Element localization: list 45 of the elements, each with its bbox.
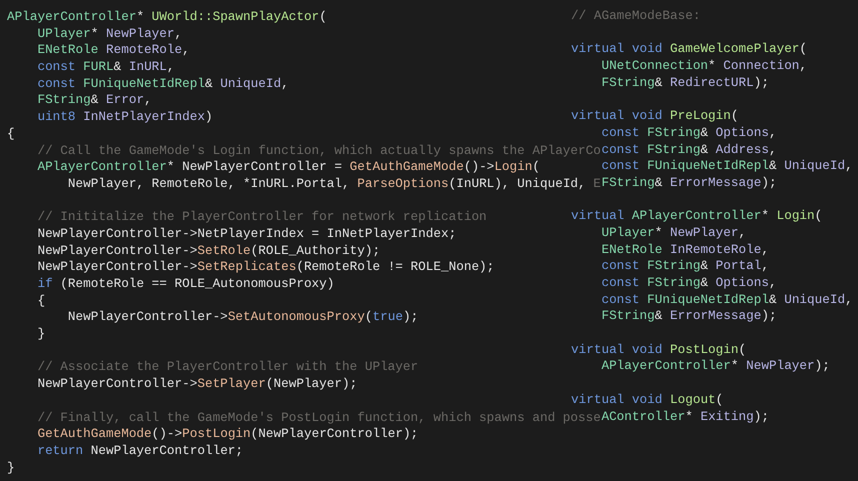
code-line: const FUniqueNetIdRepl& UniqueId, <box>601 158 853 175</box>
code-line: const FUniqueNetIdRepl& UniqueId, <box>601 292 853 308</box>
code-line: virtual void GameWelcomePlayer( <box>571 41 808 58</box>
code-line: // Finally, call the GameMode's PostLogin function, which spawns and posse <box>36 410 601 426</box>
code-line: return NewPlayerController; <box>36 442 244 460</box>
code-line: const FUniqueNetIdRepl& UniqueId, <box>36 76 289 92</box>
code-line: virtual APlayerController* Login( <box>571 208 822 225</box>
code-line: ENetRole InRemoteRole, <box>601 242 769 258</box>
code-line: FString& ErrorMessage); <box>601 308 777 326</box>
code-line: // Inititalize the PlayerController for network replication <box>36 209 487 226</box>
code-line: virtual void PostLogin( <box>571 342 746 358</box>
code-line: NewPlayerController->NetPlayerIndex = InNetPlayerIndex; <box>36 226 456 243</box>
code-line: NewPlayerController->SetAutonomousProxy(true); <box>66 309 418 326</box>
code-line: // Associate the PlayerController with the UPlayer <box>36 359 418 376</box>
code-line: } <box>36 326 46 343</box>
code-line: NewPlayerController->SetRole(ROLE_Authority); <box>36 242 380 260</box>
code-line: UPlayer* NewPlayer, <box>601 224 746 242</box>
code-line: NewPlayerController->SetPlayer(NewPlayer); <box>36 376 358 393</box>
code-line: GetAuthGameMode()->PostLogin(NewPlayerController); <box>36 426 418 443</box>
code-line: FString& Error, <box>36 92 152 110</box>
code-line: const FString& Options, <box>601 275 777 292</box>
code-line: const FString& Portal, <box>601 258 769 275</box>
code-line: // AGameModeBase: <box>571 8 700 25</box>
code-line: FString& ErrorMessage); <box>601 174 777 192</box>
code-line: APlayerController* UWorld::SpawnPlayActor( <box>7 9 327 26</box>
code-line: uint8 InNetPlayerIndex) <box>36 109 213 126</box>
code-line: const FURL& InURL, <box>36 59 175 76</box>
code-line: FString& RedirectURL); <box>601 74 769 92</box>
code-line: virtual void Logout( <box>571 392 724 408</box>
code-line: UPlayer* NewPlayer, <box>36 26 182 42</box>
code-line: ENetRole RemoteRole, <box>36 42 190 60</box>
code-line: APlayerController* NewPlayer); <box>601 358 830 376</box>
code-line: NewPlayer, RemoteRole, *InURL.Portal, ParseOptions(InURL), UniqueId, E <box>66 176 601 193</box>
code-line: const FString& Address, <box>601 142 777 158</box>
code-line: if (RemoteRole == ROLE_AutonomousProxy) <box>36 276 334 293</box>
code-line: UNetConnection* Connection, <box>601 58 808 75</box>
code-line: { <box>36 292 46 310</box>
code-line: const FString& Options, <box>601 124 777 142</box>
code-line: // Call the GameMode's Login function, which actually spawns the APlayerCo <box>36 142 601 160</box>
code-line: { <box>7 126 15 142</box>
code-line: APlayerController* NewPlayerController = GetAuthGameMode()->Login( <box>36 159 540 176</box>
code-line: NewPlayerController->SetReplicates(RemoteRole != ROLE_None); <box>36 259 494 276</box>
code-line: virtual void PreLogin( <box>571 108 739 125</box>
code-line: } <box>7 460 15 476</box>
code-line: AController* Exiting); <box>601 408 769 426</box>
